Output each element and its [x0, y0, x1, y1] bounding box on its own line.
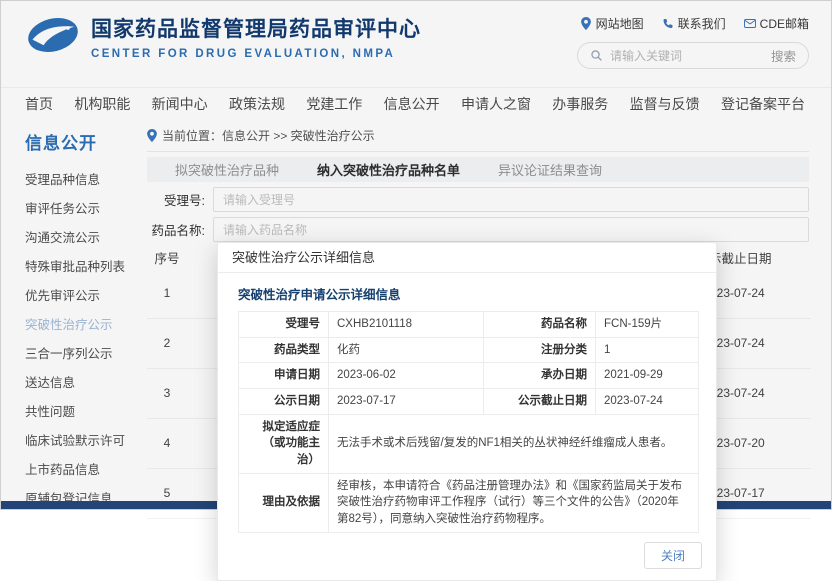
detail-value-publicity-date: 2023-07-17 [329, 389, 484, 415]
detail-table: 受理号 CXHB2101118 药品名称 FCN-159片 药品类型 化药 注册… [238, 311, 699, 533]
modal-header: 突破性治疗公示详细信息 [218, 243, 716, 273]
detail-label-registration-class: 注册分类 [484, 337, 596, 363]
detail-row: 受理号 CXHB2101118 药品名称 FCN-159片 [239, 312, 699, 338]
detail-row-reason: 理由及依据 经审核，本申请符合《药品注册管理办法》和《国家药监局关于发布突破性治… [239, 473, 699, 532]
detail-row: 申请日期 2023-06-02 承办日期 2021-09-29 [239, 363, 699, 389]
detail-value-apply-date: 2023-06-02 [329, 363, 484, 389]
detail-label-publicity-date: 公示日期 [239, 389, 329, 415]
detail-label-apply-date: 申请日期 [239, 363, 329, 389]
page: 国家药品监督管理局药品审评中心 CENTER FOR DRUG EVALUATI… [1, 1, 831, 503]
detail-row-indication: 拟定适应症（或功能主治） 无法手术或术后残留/复发的NF1相关的丛状神经纤维瘤成… [239, 414, 699, 473]
detail-value-indication: 无法手术或术后残留/复发的NF1相关的丛状神经纤维瘤成人患者。 [329, 414, 699, 473]
detail-label-undertake-date: 承办日期 [484, 363, 596, 389]
detail-value-registration-class: 1 [596, 337, 699, 363]
detail-row: 药品类型 化药 注册分类 1 [239, 337, 699, 363]
detail-label-reason: 理由及依据 [239, 473, 329, 532]
detail-value-receipt-number: CXHB2101118 [329, 312, 484, 338]
detail-value-drug-name: FCN-159片 [596, 312, 699, 338]
detail-row: 公示日期 2023-07-17 公示截止日期 2023-07-24 [239, 389, 699, 415]
modal-footer: 关闭 [218, 533, 716, 580]
detail-value-drug-type: 化药 [329, 337, 484, 363]
detail-label-drug-type: 药品类型 [239, 337, 329, 363]
detail-value-undertake-date: 2021-09-29 [596, 363, 699, 389]
detail-label-publicity-end-date: 公示截止日期 [484, 389, 596, 415]
detail-value-reason: 经审核，本申请符合《药品注册管理办法》和《国家药监局关于发布突破性治疗药物审评工… [329, 473, 699, 532]
detail-value-publicity-end-date: 2023-07-24 [596, 389, 699, 415]
detail-label-receipt-number: 受理号 [239, 312, 329, 338]
detail-label-drug-name: 药品名称 [484, 312, 596, 338]
modal-section-title: 突破性治疗申请公示详细信息 [238, 284, 696, 303]
close-button[interactable]: 关闭 [644, 542, 702, 569]
modal-title: 突破性治疗公示详细信息 [232, 250, 375, 265]
modal-body: 突破性治疗申请公示详细信息 受理号 CXHB2101118 药品名称 FCN-1… [218, 273, 716, 533]
detail-label-indication: 拟定适应症（或功能主治） [239, 414, 329, 473]
breakthrough-detail-modal: 突破性治疗公示详细信息 突破性治疗申请公示详细信息 受理号 CXHB210111… [217, 242, 717, 581]
